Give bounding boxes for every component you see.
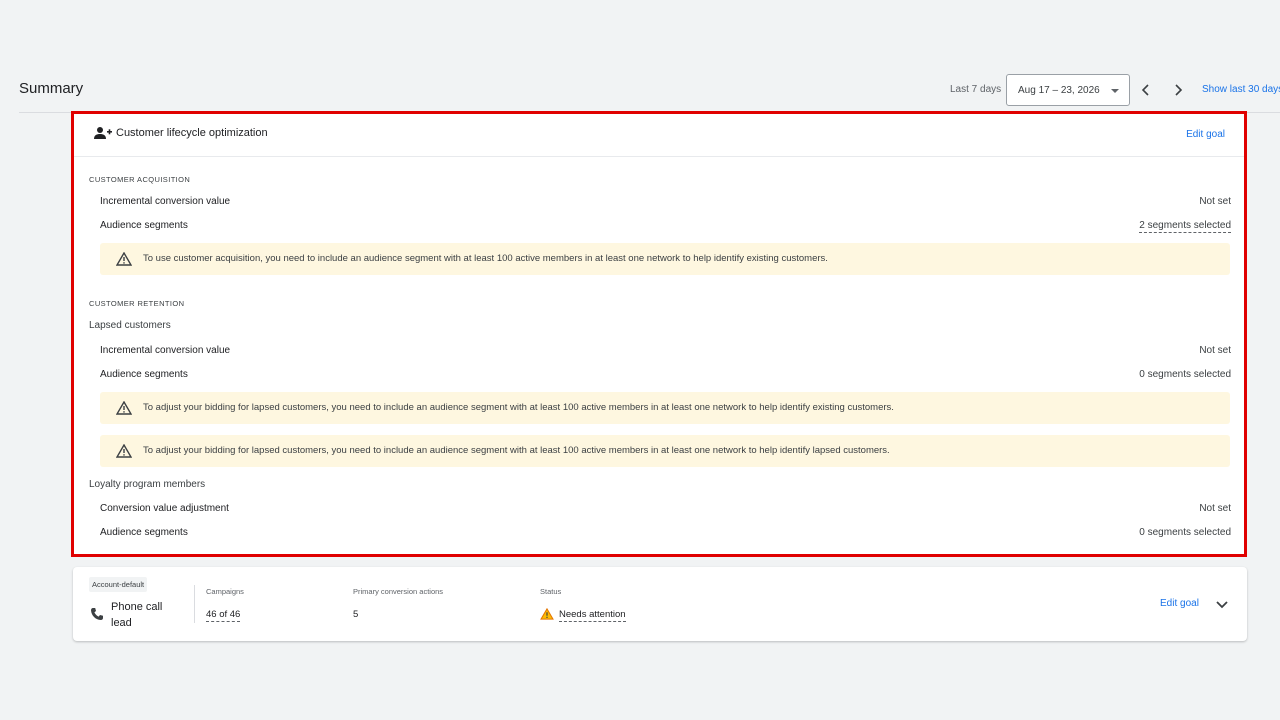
phone-icon [91,608,103,620]
phone-call-lead-goal-card: Account-default Phone call lead Campaign… [73,567,1247,641]
lapsed-incremental-value: Not set [1199,345,1231,356]
primary-actions-value: 5 [353,609,359,620]
edit-goal-link[interactable]: Edit goal [1160,598,1199,609]
lapsed-warning-existing: To adjust your bidding for lapsed custom… [100,392,1230,424]
caret-down-icon [1111,89,1119,93]
customer-lifecycle-goal-card: Customer lifecycle optimization Edit goa… [73,113,1245,555]
campaigns-label: Campaigns [206,587,244,596]
loyalty-adjustment-value: Not set [1199,503,1231,514]
date-range-label: Last 7 days [950,84,1002,95]
goal-title: Customer lifecycle optimization [116,127,268,139]
edit-goal-link[interactable]: Edit goal [1186,129,1225,140]
warning-text: To use customer acquisition, you need to… [143,253,828,264]
previous-period-button[interactable] [1136,80,1156,100]
acquisition-warning: To use customer acquisition, you need to… [100,243,1230,275]
lapsed-segments-label: Audience segments [100,369,188,380]
next-period-button[interactable] [1168,80,1188,100]
date-range-value: Aug 17 – 23, 2026 [1018,85,1100,96]
campaigns-link[interactable]: 46 of 46 [206,609,241,622]
acquisition-incremental-value: Not set [1199,196,1231,207]
warning-text: To adjust your bidding for lapsed custom… [143,402,894,413]
chevron-down-icon[interactable] [1214,597,1230,613]
warning-icon [116,252,132,266]
acquisition-segments-label: Audience segments [100,220,188,231]
goal-name: Phone call lead [111,601,163,629]
acquisition-segments-link[interactable]: 2 segments selected [1139,220,1231,233]
customer-retention-heading: CUSTOMER RETENTION [89,299,185,308]
acquisition-incremental-label: Incremental conversion value [100,196,231,207]
lapsed-customers-label: Lapsed customers [89,320,171,331]
loyalty-members-label: Loyalty program members [89,479,206,490]
date-range-select[interactable]: Aug 17 – 23, 2026 [1006,74,1130,106]
account-default-badge: Account-default [89,577,148,592]
status-label: Status [540,587,562,596]
primary-actions-label: Primary conversion actions [353,587,444,596]
loyalty-segments-value: 0 segments selected [1139,527,1231,538]
warning-icon [116,444,132,458]
loyalty-segments-label: Audience segments [100,527,188,538]
status-link[interactable]: Needs attention [559,609,626,622]
person-add-icon [94,127,112,139]
show-last-30-days-link[interactable]: Show last 30 days [1202,84,1280,95]
chevron-right-icon [1175,84,1183,96]
customer-acquisition-heading: CUSTOMER ACQUISITION [89,175,191,184]
summary-header: Summary Last 7 days Aug 17 – 23, 2026 Sh… [0,0,1280,113]
warning-icon [540,608,554,620]
loyalty-adjustment-label: Conversion value adjustment [100,503,229,514]
warning-text: To adjust your bidding for lapsed custom… [143,445,890,456]
goal-card-header: Customer lifecycle optimization Edit goa… [73,113,1245,157]
lapsed-incremental-label: Incremental conversion value [100,345,231,356]
lapsed-segments-value: 0 segments selected [1139,369,1231,380]
chevron-left-icon [1141,84,1149,96]
page-title: Summary [19,80,84,97]
warning-icon [116,401,132,415]
column-divider [194,585,195,623]
lapsed-warning-lapsed: To adjust your bidding for lapsed custom… [100,435,1230,467]
